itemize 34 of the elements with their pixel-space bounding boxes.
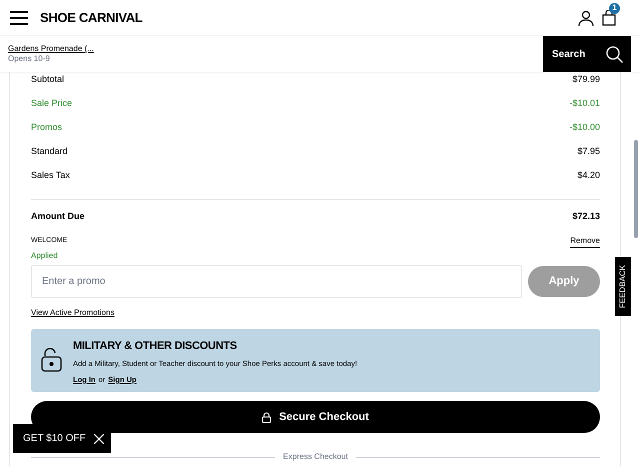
summary-value: $7.95 [577,145,600,158]
summary-label: Standard [31,145,68,158]
express-checkout-label: Express Checkout [282,451,349,463]
active-promotions-link[interactable]: View Active Promotions [31,307,114,319]
remove-link[interactable]: Remove [570,234,600,248]
amount-due-label: Amount Due [31,210,84,224]
logo[interactable]: SHOE CARNIVAL [40,8,142,28]
padlock-icon [262,412,272,422]
offer-label: GET $10 OFF [23,432,86,446]
search-button[interactable]: Search [543,36,631,72]
summary-label: Sales Tax [31,169,70,182]
store-hours: Opens 10-9 [8,54,51,64]
offer-banner[interactable]: GET $10 OFF [13,424,111,453]
menu-icon[interactable] [10,10,28,24]
summary-value: $4.20 [577,169,600,182]
discounts-title: MILITARY & OTHER DISCOUNTS [73,339,238,354]
user-icon[interactable] [578,10,594,26]
summary-value: -$10.00 [569,121,600,134]
unlocked-padlock-icon [41,348,62,372]
secure-checkout-button[interactable]: Secure Checkout [31,401,600,433]
summary-value: -$10.01 [569,97,600,110]
shopping-bag-icon[interactable] [602,10,616,26]
summary-value: $79.99 [572,73,600,86]
summary-label: Promos [31,121,62,134]
summary-label: Subtotal [31,73,64,86]
search-icon [606,46,623,62]
amount-due-value: $72.13 [572,210,600,224]
cart-count-badge: 1 [609,2,620,14]
promo-status: Applied [31,250,59,262]
feedback-tab[interactable]: FEEDBACK [615,257,631,316]
close-icon[interactable] [94,434,104,444]
promo-input-field[interactable]: Enter a promo [31,265,522,298]
summary-label: Sale Price [31,97,72,110]
store-link[interactable]: Gardens Promenade (... [8,44,94,54]
